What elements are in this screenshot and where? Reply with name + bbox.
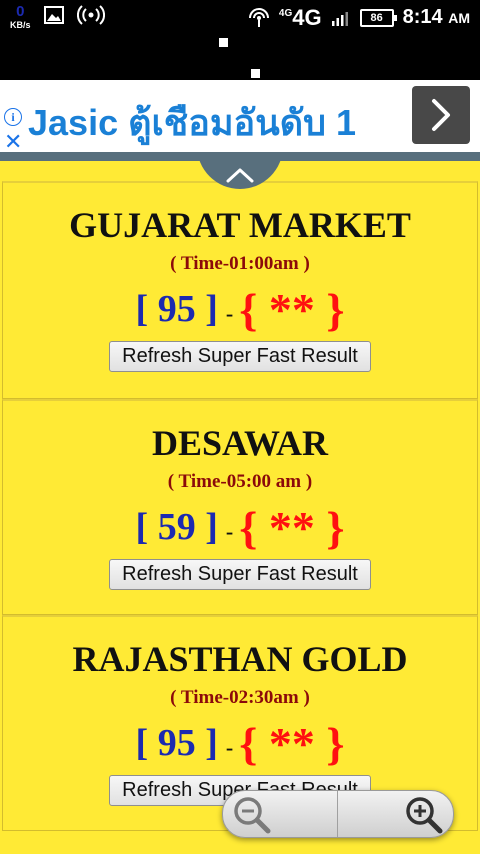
result-separator: - — [225, 735, 234, 760]
status-right: 4G 4G 86 8:14 AM — [248, 6, 470, 29]
market-card: DESAWAR ( Time-05:00 am ) [ 59 ] - { ** … — [2, 399, 478, 615]
status-clock: 8:14 AM — [403, 6, 470, 29]
zoom-in-button[interactable] — [338, 791, 453, 837]
market-result: [ 59 ] - { ** } — [3, 501, 477, 553]
market-result: [ 95 ] - { ** } — [3, 283, 477, 335]
market-title: DESAWAR — [151, 423, 329, 463]
wifi-calling-icon — [248, 7, 269, 27]
zoom-out-button[interactable] — [223, 791, 338, 837]
ad-info-icon[interactable]: i — [4, 108, 22, 126]
zoom-in-icon — [406, 797, 443, 834]
zoom-out-icon — [234, 797, 271, 834]
ad-headline[interactable]: Jasic ตู้เชือมอันดับ 1 — [28, 94, 356, 151]
signal-icon — [331, 11, 348, 26]
network-speed: 0 KB/s — [10, 4, 31, 30]
status-bar: 0 KB/s 4G 4G 86 8:14 AM — [0, 0, 480, 80]
battery-icon: 86 — [359, 8, 397, 27]
ad-open-button[interactable] — [412, 86, 470, 144]
network-type: 4G 4G — [278, 4, 322, 30]
network-type-small: 4G — [278, 7, 293, 19]
refresh-button[interactable]: Refresh Super Fast Result — [109, 559, 371, 590]
market-result: [ 95 ] - { ** } — [3, 717, 477, 769]
result-number: [ 59 ] — [135, 506, 218, 548]
result-separator: - — [225, 301, 234, 326]
status-left: 0 KB/s — [10, 4, 105, 30]
speed-unit: KB/s — [10, 20, 31, 30]
result-separator: - — [225, 519, 234, 544]
market-title: RAJASTHAN GOLD — [72, 639, 408, 679]
speed-value: 0 — [16, 3, 25, 20]
clock-ampm: AM — [448, 10, 470, 26]
network-type-big: 4G — [292, 4, 322, 30]
ad-banner[interactable]: i ✕ Jasic ตู้เชือมอันดับ 1 — [0, 80, 480, 156]
result-stars: { ** } — [239, 501, 345, 553]
gallery-icon — [43, 6, 64, 24]
chevron-right-icon — [432, 99, 450, 131]
market-list: GUJARAT MARKET ( Time-01:00am ) [ 95 ] -… — [0, 181, 480, 831]
clock-time: 8:14 — [402, 6, 443, 28]
result-stars: { ** } — [239, 717, 345, 769]
market-time: ( Time-05:00 am ) — [167, 471, 313, 492]
results-page[interactable]: GUJARAT MARKET ( Time-01:00am ) [ 95 ] -… — [0, 161, 480, 854]
hotspot-icon — [76, 5, 105, 25]
result-number: [ 95 ] — [135, 288, 218, 330]
market-time: ( Time-01:00am ) — [170, 253, 310, 274]
ad-close-icon[interactable]: ✕ — [4, 131, 22, 153]
notification-dot-icon — [251, 69, 260, 78]
market-card: GUJARAT MARKET ( Time-01:00am ) [ 95 ] -… — [2, 181, 478, 399]
market-title: GUJARAT MARKET — [69, 205, 411, 245]
ad-divider — [0, 152, 480, 161]
refresh-button[interactable]: Refresh Super Fast Result — [109, 341, 371, 372]
chevron-up-icon — [226, 168, 254, 183]
result-number: [ 95 ] — [135, 722, 218, 764]
result-stars: { ** } — [239, 283, 345, 335]
zoom-control — [222, 790, 454, 838]
notification-dot-icon — [219, 38, 228, 47]
market-time: ( Time-02:30am ) — [170, 687, 310, 708]
